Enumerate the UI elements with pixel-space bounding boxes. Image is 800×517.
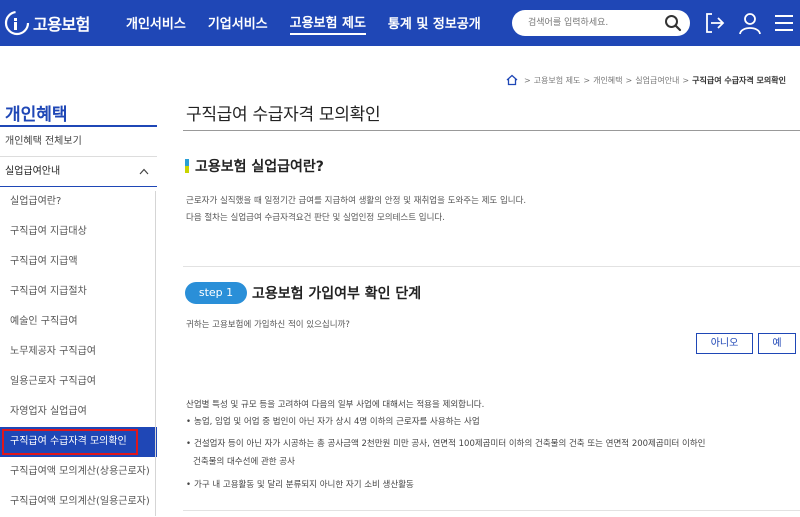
exclusion-item-continued: 건축물의 대수선에 관한 공사	[193, 457, 295, 467]
sidebar-item-overview[interactable]: 개인혜택 전체보기	[0, 127, 157, 157]
section-divider	[183, 266, 800, 267]
exclusion-note: 산업별 특성 및 규모 등을 고려하여 다음의 일부 사업에 대해서는 적용을 …	[186, 400, 485, 410]
sidebar-section-label: 실업급여안내	[5, 166, 61, 177]
breadcrumb: > 고용보험 제도 > 개인혜택 > 실업급여안내 > 구직급여 수급자격 모의…	[506, 74, 786, 86]
highlight-box	[2, 429, 138, 455]
menu-icon[interactable]	[772, 11, 796, 35]
sidebar-item[interactable]: 구직급여액 모의계산(상용근로자)	[0, 457, 157, 487]
exclusion-item: 건설업자 등이 아닌 자가 시공하는 총 공사금액 2천만원 미만 공사, 연면…	[186, 437, 705, 449]
exclusion-item: 가구 내 고용활동 및 달리 분류되지 아니한 자기 소비 생산활동	[186, 478, 414, 490]
home-icon[interactable]	[506, 74, 518, 86]
step-badge: step 1	[185, 282, 247, 304]
search-box	[512, 10, 690, 36]
breadcrumb-item[interactable]: 개인혜택	[593, 75, 622, 86]
sidebar-item[interactable]: 구직급여액 모의계산(일용근로자)	[0, 487, 157, 517]
nav-insurance-system[interactable]: 고용보험 제도	[289, 12, 366, 35]
sidebar-item[interactable]: 예술인 구직급여	[0, 307, 157, 337]
section-divider	[183, 510, 800, 511]
page-title: 구직급여 수급자격 모의확인	[186, 105, 381, 125]
question-text: 귀하는 고용보험에 가입하신 적이 있으십니까?	[186, 320, 350, 330]
section-heading: 고용보험 실업급여란?	[185, 156, 324, 176]
user-icon[interactable]	[738, 11, 762, 35]
nav-statistics[interactable]: 통계 및 정보공개	[388, 13, 481, 34]
sidebar-section-unemployment[interactable]: 실업급여안내	[0, 157, 157, 187]
breadcrumb-item[interactable]: 실업급여안내	[635, 75, 679, 86]
sidebar-item[interactable]: 구직급여 지급대상	[0, 217, 157, 247]
sidebar-item[interactable]: 일용근로자 구직급여	[0, 367, 157, 397]
sidebar-item[interactable]: 구직급여 지급액	[0, 247, 157, 277]
logo-icon	[4, 10, 30, 36]
sidebar-divider	[155, 191, 156, 516]
top-header: 고용보험 개인서비스 기업서비스 고용보험 제도 통계 및 정보공개	[0, 0, 800, 46]
sidebar-item[interactable]: 자영업자 실업급여	[0, 397, 157, 427]
sidebar-item[interactable]: 구직급여 지급절차	[0, 277, 157, 307]
breadcrumb-separator: >	[583, 75, 591, 85]
yes-button[interactable]: 예	[758, 333, 796, 354]
section-title: 고용보험 실업급여란?	[195, 159, 324, 175]
breadcrumb-separator: >	[625, 75, 633, 85]
search-input[interactable]	[528, 10, 668, 36]
step-header: step 1 고용보험 가입여부 확인 단계	[185, 282, 421, 304]
chevron-up-icon	[139, 168, 149, 175]
heading-bar-icon	[185, 159, 189, 173]
search-icon[interactable]	[664, 14, 682, 32]
step-title: 고용보험 가입여부 확인 단계	[252, 286, 422, 302]
sidebar-title: 개인혜택	[0, 95, 157, 127]
exclusion-item: 농업, 임업 및 어업 중 법인이 아닌 자가 상시 4명 이하의 근로자를 사…	[186, 415, 480, 427]
breadcrumb-current: 구직급여 수급자격 모의확인	[692, 75, 786, 85]
breadcrumb-item[interactable]: 고용보험 제도	[534, 75, 581, 86]
title-divider	[183, 130, 800, 131]
login-icon[interactable]	[703, 11, 727, 35]
site-logo[interactable]: 고용보험	[4, 9, 90, 37]
description-line: 근로자가 실직했을 때 일정기간 급여를 지급하여 생활의 안정 및 재취업을 …	[186, 196, 527, 206]
no-button[interactable]: 아니오	[696, 333, 753, 354]
sidebar-item[interactable]: 실업급여란?	[0, 187, 157, 217]
logo-text: 고용보험	[33, 15, 90, 34]
nav-personal-service[interactable]: 개인서비스	[126, 13, 186, 34]
sidebar-item[interactable]: 노무제공자 구직급여	[0, 337, 157, 367]
sidebar: 개인혜택 개인혜택 전체보기 실업급여안내 실업급여란? 구직급여 지급대상 구…	[0, 95, 157, 517]
main-nav: 개인서비스 기업서비스 고용보험 제도 통계 및 정보공개	[126, 0, 503, 46]
description-line: 다음 절차는 실업급여 수급자격요건 판단 및 실업인정 모의테스트 입니다.	[186, 213, 445, 223]
sidebar-item-active[interactable]: 구직급여 수급자격 모의확인	[0, 427, 157, 457]
breadcrumb-separator: >	[523, 75, 531, 85]
breadcrumb-separator: >	[682, 75, 690, 85]
nav-business-service[interactable]: 기업서비스	[208, 13, 268, 34]
